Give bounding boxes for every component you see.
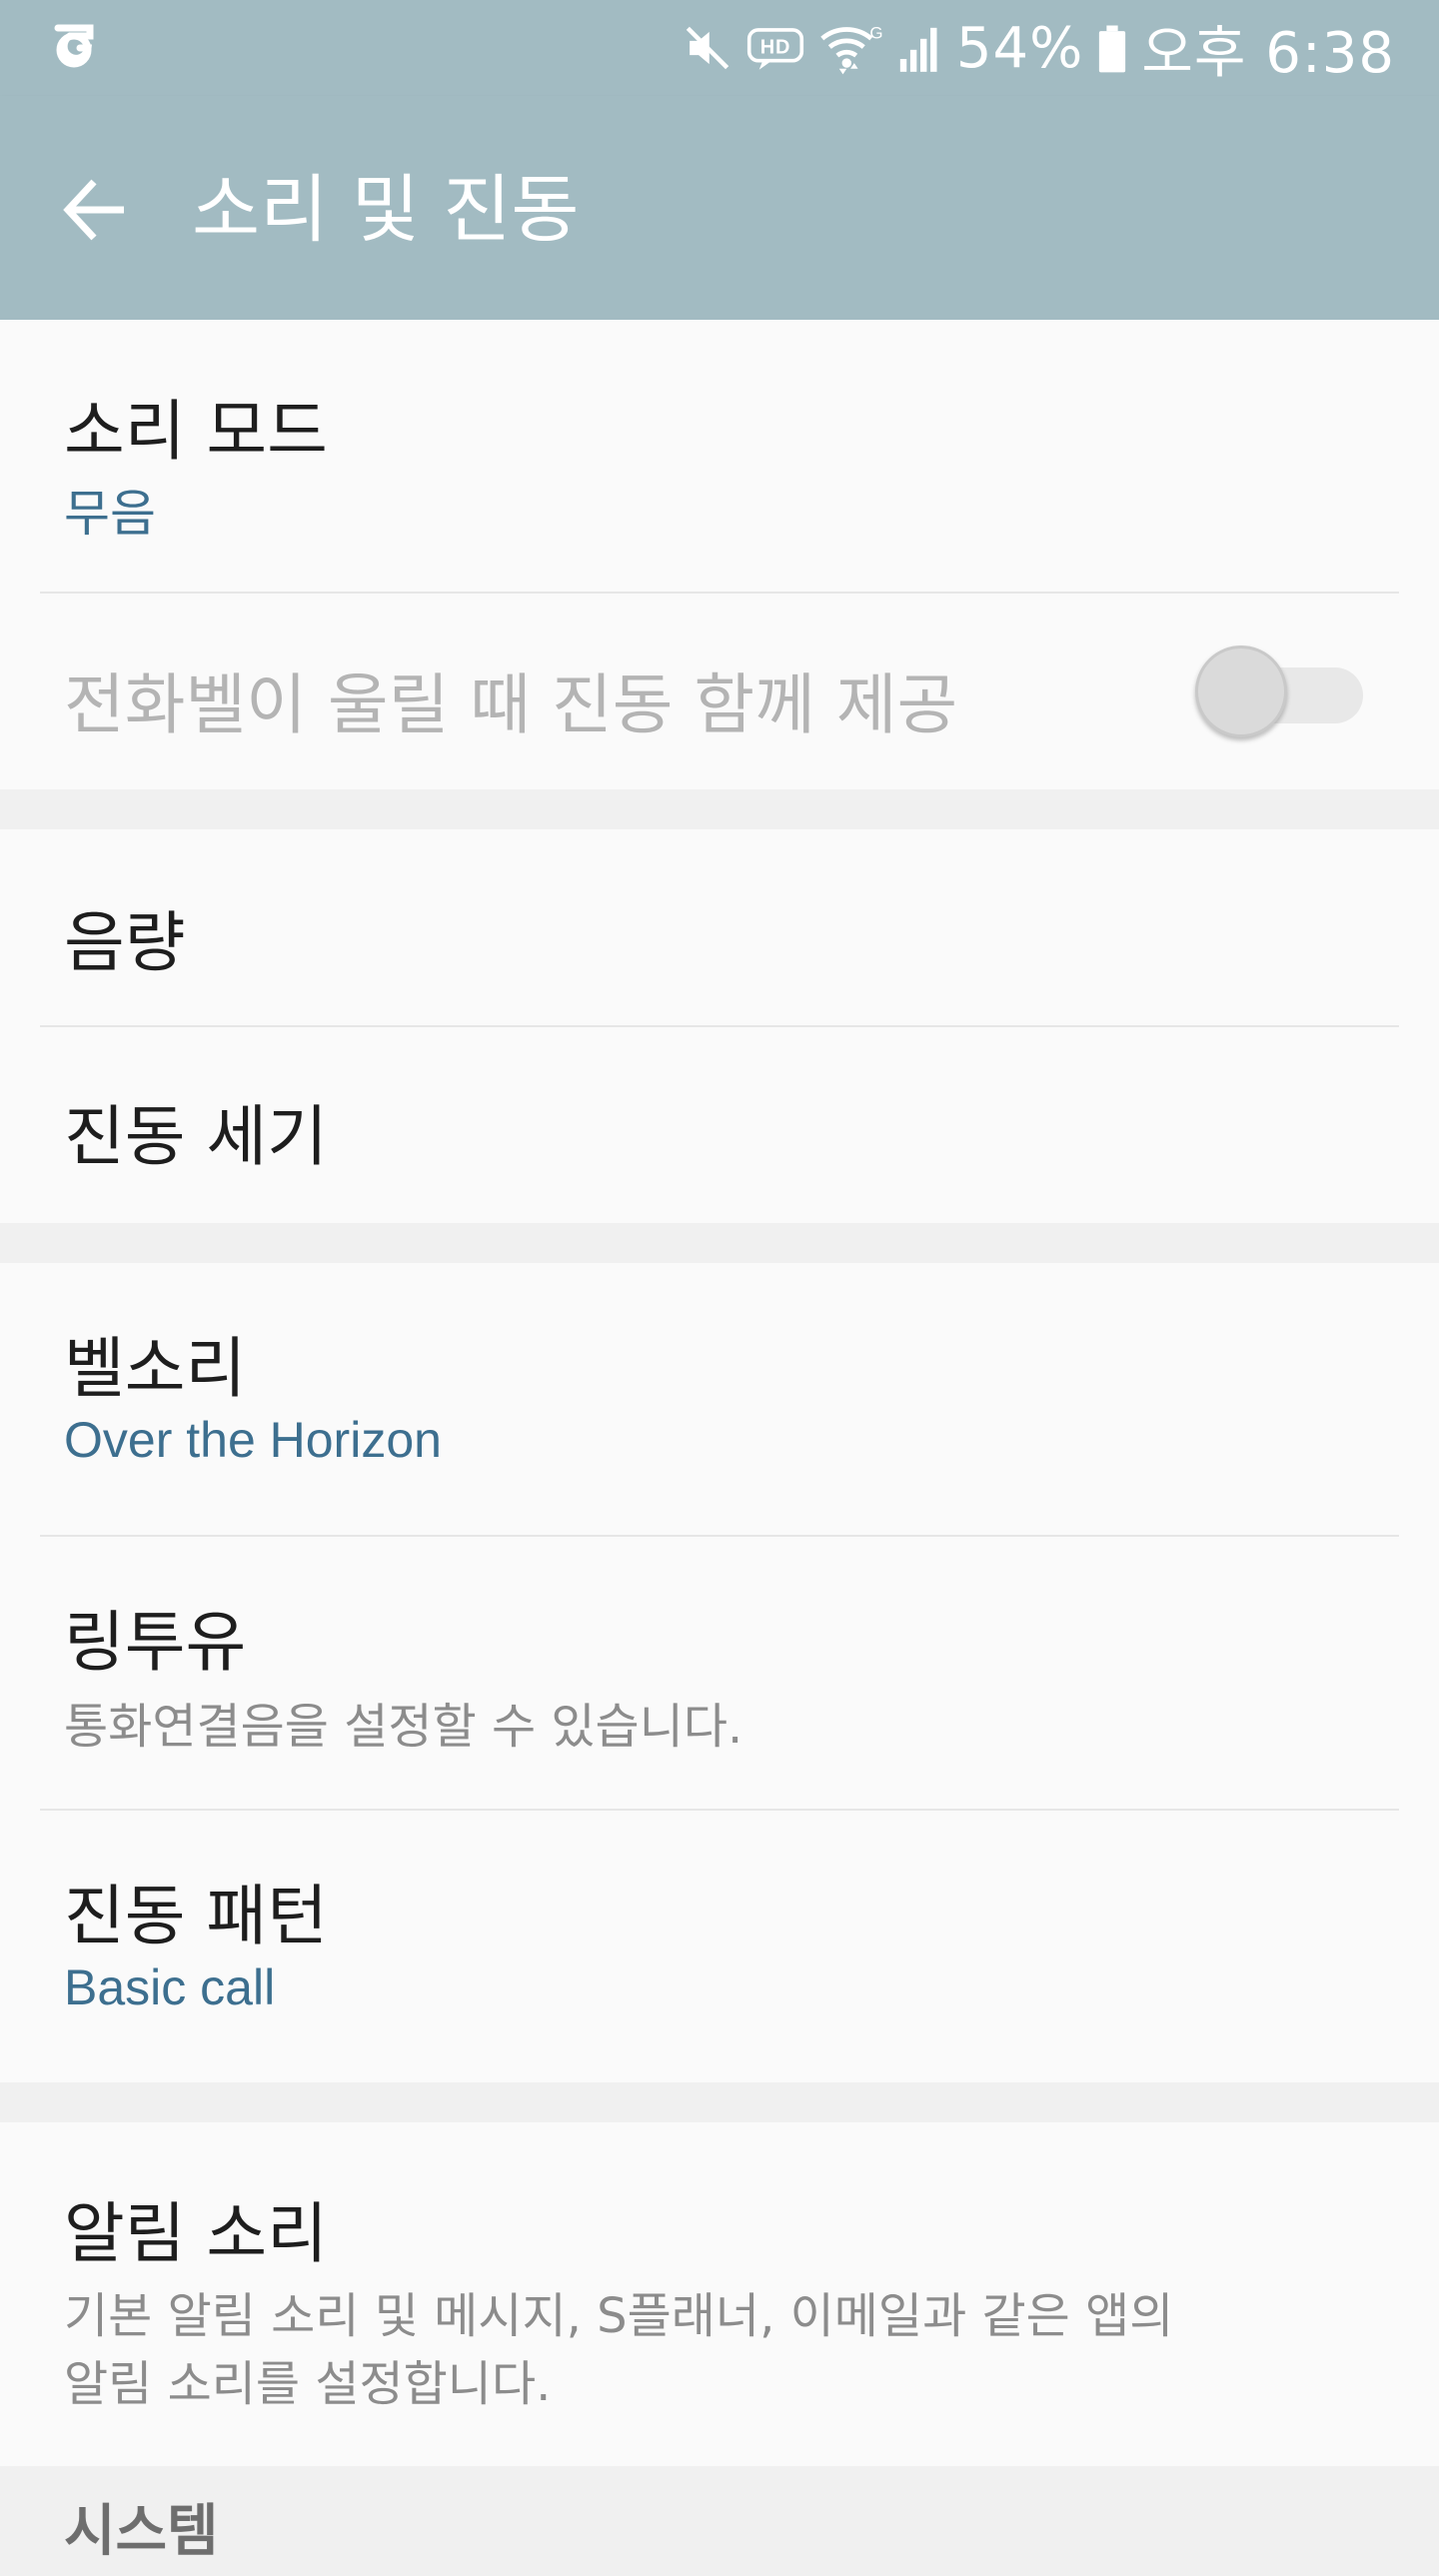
setting-ringtone[interactable]: 벨소리 Over the Horizon xyxy=(0,1263,1439,1535)
setting-summary-line1: 기본 알림 소리 및 메시지, S플래너, 이메일과 같은 앱의 xyxy=(64,2288,1174,2344)
app-bar: 소리 및 진동 xyxy=(0,96,1439,320)
setting-title: 소리 모드 xyxy=(64,393,328,470)
setting-vibration-intensity[interactable]: 진동 세기 xyxy=(0,1027,1439,1223)
page-title: 소리 및 진동 xyxy=(192,167,580,253)
setting-title: 음량 xyxy=(64,904,186,981)
setting-sound-mode[interactable]: 소리 모드 무음 xyxy=(0,320,1439,592)
setting-value: Over the Horizon xyxy=(64,1412,442,1468)
clock: 오후 6:38 xyxy=(1141,20,1395,86)
setting-title: 벨소리 xyxy=(64,1330,247,1407)
status-bar: HD G 54% 오후 6:38 xyxy=(0,0,1439,96)
setting-title: 링투유 xyxy=(64,1604,247,1681)
settings-group-mode: 소리 모드 무음 전화벨이 울릴 때 진동 함께 제공 xyxy=(0,320,1439,789)
setting-title: 진동 패턴 xyxy=(64,1878,328,1954)
setting-volume[interactable]: 음량 xyxy=(0,829,1439,1025)
section-gap xyxy=(0,2082,1439,2122)
carrier-icon xyxy=(54,24,94,68)
settings-list: 소리 모드 무음 전화벨이 울릴 때 진동 함께 제공 음량 진동 세기 벨소리… xyxy=(0,320,1439,2576)
signal-icon xyxy=(899,27,937,72)
setting-value: 무음 xyxy=(64,486,156,542)
setting-vibration-pattern[interactable]: 진동 패턴 Basic call xyxy=(0,1811,1439,2082)
setting-notification-sound[interactable]: 알림 소리 기본 알림 소리 및 메시지, S플래너, 이메일과 같은 앱의 알… xyxy=(0,2122,1439,2466)
settings-group-volume: 음량 진동 세기 xyxy=(0,829,1439,1223)
battery-percent: 54% xyxy=(955,15,1084,81)
hd-voice-icon: HD xyxy=(746,28,804,70)
svg-text:G: G xyxy=(869,24,883,43)
settings-group-ringtone: 벨소리 Over the Horizon 링투유 통화연결음을 설정할 수 있습… xyxy=(0,1263,1439,2082)
svg-text:HD: HD xyxy=(760,36,791,58)
setting-ringtu[interactable]: 링투유 통화연결음을 설정할 수 있습니다. xyxy=(0,1537,1439,1809)
mute-icon xyxy=(686,26,729,70)
setting-title: 진동 세기 xyxy=(64,1098,328,1175)
setting-title: 알림 소리 xyxy=(64,2195,328,2272)
arrow-left-icon[interactable] xyxy=(60,174,132,246)
section-gap xyxy=(0,789,1439,829)
setting-summary: 통화연결음을 설정할 수 있습니다. xyxy=(64,1699,743,1755)
status-icons: HD G 54% 오후 6:38 xyxy=(683,0,1395,96)
setting-title: 전화벨이 울릴 때 진동 함께 제공 xyxy=(64,666,958,743)
settings-group-notifications: 알림 소리 기본 알림 소리 및 메시지, S플래너, 이메일과 같은 앱의 알… xyxy=(0,2122,1439,2466)
wifi-icon: G xyxy=(820,24,883,75)
battery-icon xyxy=(1099,25,1126,73)
section-header-system: 시스템 xyxy=(0,2466,1439,2576)
setting-summary-line2: 알림 소리를 설정합니다. xyxy=(64,2356,552,2412)
setting-vibrate-when-ringing: 전화벨이 울릴 때 진동 함께 제공 xyxy=(0,594,1439,789)
section-gap xyxy=(0,1223,1439,1263)
setting-value: Basic call xyxy=(64,1959,276,2015)
vibrate-ring-toggle[interactable] xyxy=(1195,645,1287,737)
